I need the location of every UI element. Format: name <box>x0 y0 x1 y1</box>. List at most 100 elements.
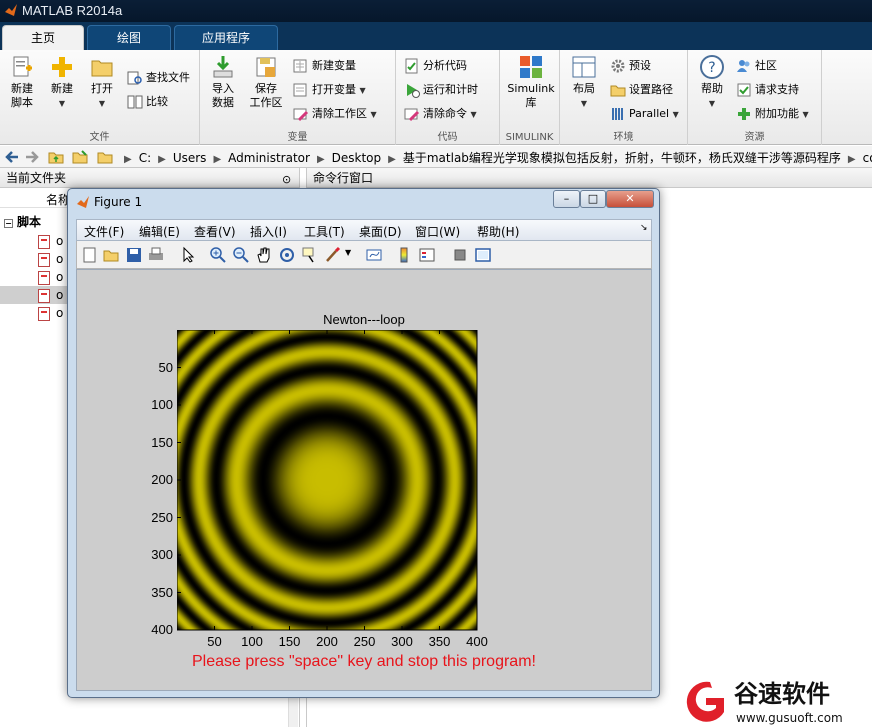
print-icon[interactable] <box>147 246 165 264</box>
panel-menu-icon[interactable]: ⊙ <box>282 170 291 190</box>
community-button[interactable]: 社区 <box>736 56 777 76</box>
preferences-button[interactable]: 预设 <box>610 56 651 76</box>
new-script-button[interactable]: 新建 脚本 <box>2 54 42 110</box>
pointer-icon[interactable] <box>179 246 197 264</box>
brush-icon[interactable] <box>324 246 342 264</box>
x-tick-label: 200 <box>316 634 338 649</box>
file-name: o <box>56 288 64 302</box>
menu-edit[interactable]: 编辑(E) <box>139 223 180 240</box>
figure-menu-bar: 文件(F) 编辑(E) 查看(V) 插入(I) 工具(T) 桌面(D) 窗口(W… <box>76 219 652 241</box>
run-and-time-button[interactable]: 运行和计时 <box>404 80 478 100</box>
hide-plot-tools-icon[interactable] <box>451 246 469 264</box>
community-icon <box>737 60 750 72</box>
menu-dock-icon[interactable]: ↘ <box>640 223 648 233</box>
new-label: 新建 <box>51 82 73 95</box>
request-support-button[interactable]: 请求支持 <box>736 80 799 100</box>
breadcrumb-item[interactable]: Users <box>173 151 207 165</box>
browse-folder-icon[interactable] <box>72 149 88 165</box>
help-label: 帮助 <box>701 82 723 95</box>
new-variable-label: 新建变量 <box>312 59 356 72</box>
plus-icon <box>52 57 72 77</box>
maximize-button[interactable]: □ <box>580 190 606 208</box>
figure-canvas: Newton---loop Please press "space" key a… <box>76 269 652 691</box>
address-bar: ▶ C: ▶ Users ▶ Administrator ▶ Desktop ▶ 基于matlab… <box>0 146 872 168</box>
open-variable-button[interactable]: 打开变量 ▼ <box>293 80 366 100</box>
simulink-library-button[interactable]: Simulink 库 <box>506 54 556 110</box>
new-script-label-2: 脚本 <box>11 96 33 109</box>
menu-insert[interactable]: 插入(I) <box>250 223 287 240</box>
breadcrumb-item[interactable]: coc <box>863 151 872 165</box>
breadcrumb-item[interactable]: C: <box>139 151 151 165</box>
dropdown-arrow-icon: ▼ <box>580 99 588 108</box>
simulink-library-icon <box>520 56 542 78</box>
menu-file[interactable]: 文件(F) <box>84 223 124 240</box>
find-files-label: 查找文件 <box>146 71 190 84</box>
variable-group: 导入 数据 保存 工作区 新建变量 打开变量 ▼ 清除工作区 ▼ 变量 <box>200 50 396 145</box>
file-name: o <box>56 306 64 320</box>
minimize-button[interactable]: – <box>553 190 580 208</box>
legend-icon[interactable] <box>418 246 436 264</box>
new-variable-button[interactable]: 新建变量 <box>293 56 356 76</box>
add-ons-icon <box>738 108 750 120</box>
dropdown-arrow-icon: ▼ <box>58 99 66 108</box>
colorbar-icon[interactable] <box>395 246 413 264</box>
scripts-group-row[interactable]: − 脚本 <box>4 213 41 230</box>
x-tick-label: 250 <box>353 634 376 649</box>
set-path-button[interactable]: 设置路径 <box>610 80 673 100</box>
clear-workspace-button[interactable]: 清除工作区 ▼ <box>293 104 377 124</box>
add-ons-button[interactable]: 附加功能 ▼ <box>736 104 809 124</box>
menu-view[interactable]: 查看(V) <box>194 223 236 240</box>
menu-help[interactable]: 帮助(H) <box>477 223 519 240</box>
newton-rings-axes[interactable] <box>177 330 507 648</box>
pan-hand-icon[interactable] <box>255 246 273 264</box>
forward-arrow-icon[interactable] <box>24 149 40 165</box>
collapse-icon[interactable]: − <box>4 219 13 228</box>
analyze-code-button[interactable]: 分析代码 <box>404 56 467 76</box>
breadcrumb-item[interactable]: Administrator <box>228 151 310 165</box>
breadcrumb-item[interactable]: 基于matlab编程光学现象模拟包括反射，折射，牛顿环，杨氏双缝干涉等源码程序 <box>403 151 841 165</box>
zoom-in-icon[interactable] <box>209 246 227 264</box>
menu-desktop[interactable]: 桌面(D) <box>359 223 402 240</box>
back-arrow-icon[interactable] <box>4 149 20 165</box>
menu-window[interactable]: 窗口(W) <box>415 223 460 240</box>
clear-commands-button[interactable]: 清除命令 ▼ <box>404 104 477 124</box>
svg-text:?: ? <box>708 60 715 76</box>
set-path-label: 设置路径 <box>629 83 673 96</box>
up-folder-icon[interactable] <box>48 149 64 165</box>
compare-button[interactable]: 比较 <box>127 92 168 112</box>
open-variable-icon <box>293 83 307 97</box>
tab-home[interactable]: 主页 <box>2 25 84 50</box>
show-plot-tools-icon[interactable] <box>474 246 492 264</box>
x-tick-label: 150 <box>278 634 301 649</box>
import-data-button[interactable]: 导入 数据 <box>203 54 243 110</box>
breadcrumb: ▶ C: ▶ Users ▶ Administrator ▶ Desktop ▶ 基于matlab… <box>117 149 872 166</box>
brush-dropdown-arrow-icon[interactable]: ▼ <box>345 248 351 257</box>
open-file-icon[interactable] <box>102 246 120 264</box>
link-plot-icon[interactable] <box>365 246 383 264</box>
close-button[interactable]: ✕ <box>606 190 654 208</box>
file-group: 新建 脚本 新建 ▼ 打开 ▼ 查找文件 比较 文件 <box>0 50 200 145</box>
rotate-3d-icon[interactable] <box>278 246 296 264</box>
tab-apps[interactable]: 应用程序 <box>174 25 278 50</box>
menu-tools[interactable]: 工具(T) <box>304 223 345 240</box>
new-figure-icon[interactable] <box>81 246 99 264</box>
zoom-out-icon[interactable] <box>232 246 250 264</box>
new-button[interactable]: 新建 ▼ <box>42 54 82 111</box>
tab-plots[interactable]: 绘图 <box>87 25 171 50</box>
folder-open-icon <box>91 60 113 77</box>
help-button[interactable]: ? 帮助 ▼ <box>692 54 732 111</box>
save-figure-icon[interactable] <box>125 246 143 264</box>
data-cursor-icon[interactable] <box>301 246 319 264</box>
open-button[interactable]: 打开 ▼ <box>82 54 122 111</box>
parallel-button[interactable]: Parallel ▼ <box>610 104 679 124</box>
find-files-button[interactable]: 查找文件 <box>127 68 190 88</box>
layout-icon <box>572 56 596 78</box>
new-script-icon <box>13 56 32 77</box>
layout-button[interactable]: 布局 ▼ <box>564 54 604 111</box>
parallel-icon <box>612 108 623 120</box>
run-and-time-label: 运行和计时 <box>423 83 478 96</box>
breadcrumb-item[interactable]: Desktop <box>332 151 382 165</box>
analyze-code-label: 分析代码 <box>423 59 467 72</box>
save-workspace-button[interactable]: 保存 工作区 <box>244 54 288 110</box>
code-group-label: 代码 <box>437 132 458 143</box>
